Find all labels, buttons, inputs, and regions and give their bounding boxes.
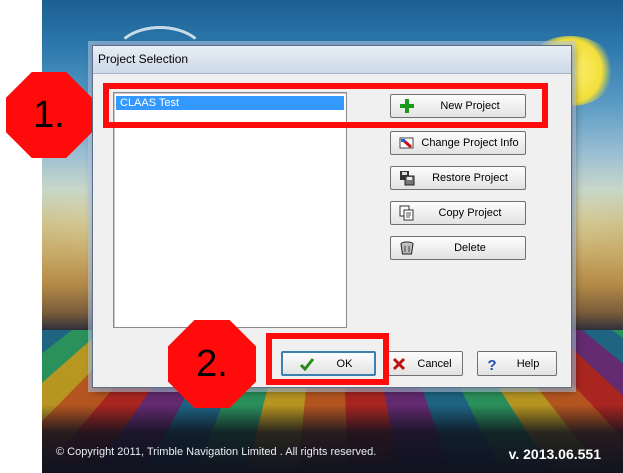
step-2-marker: 2. <box>168 320 256 408</box>
project-selection-dialog: Project Selection CLAAS Test New Project… <box>92 45 572 388</box>
copy-icon <box>399 205 415 221</box>
help-label: Help <box>516 357 540 370</box>
step-2-text: 2. <box>196 342 228 385</box>
trash-icon <box>399 240 415 256</box>
step-1-text: 1. <box>33 93 65 136</box>
edit-info-icon <box>399 135 415 151</box>
copy-project-label: Copy Project <box>438 207 502 219</box>
delete-label: Delete <box>454 242 486 254</box>
svg-text:?: ? <box>487 357 496 372</box>
cancel-label: Cancel <box>417 357 452 370</box>
change-project-info-label: Change Project Info <box>421 137 519 149</box>
change-project-info-button[interactable]: Change Project Info <box>390 131 526 155</box>
copyright-text: © Copyright 2011, Trimble Navigation Lim… <box>56 446 377 458</box>
question-icon: ? <box>484 356 500 372</box>
restore-project-button[interactable]: Restore Project <box>390 166 526 190</box>
project-list-item[interactable]: CLAAS Test <box>116 96 344 110</box>
new-project-label: New Project <box>440 100 500 112</box>
plus-icon <box>399 98 415 114</box>
new-project-button[interactable]: New Project <box>390 94 526 118</box>
project-list[interactable]: CLAAS Test <box>113 92 347 328</box>
cancel-button[interactable]: Cancel <box>384 351 463 376</box>
checkmark-icon <box>299 356 315 372</box>
copy-project-button[interactable]: Copy Project <box>390 201 526 225</box>
version-text: v. 2013.06.551 <box>508 446 601 462</box>
x-icon <box>391 356 407 372</box>
ok-button[interactable]: OK <box>281 351 376 376</box>
restore-project-label: Restore Project <box>432 172 508 184</box>
dialog-title: Project Selection <box>98 52 189 66</box>
delete-button[interactable]: Delete <box>390 236 526 260</box>
dialog-title-bar[interactable]: Project Selection <box>93 46 571 74</box>
help-button[interactable]: ? Help <box>477 351 557 376</box>
bottom-shade <box>42 405 623 473</box>
ok-label: OK <box>336 357 353 370</box>
restore-disk-icon <box>399 170 415 186</box>
